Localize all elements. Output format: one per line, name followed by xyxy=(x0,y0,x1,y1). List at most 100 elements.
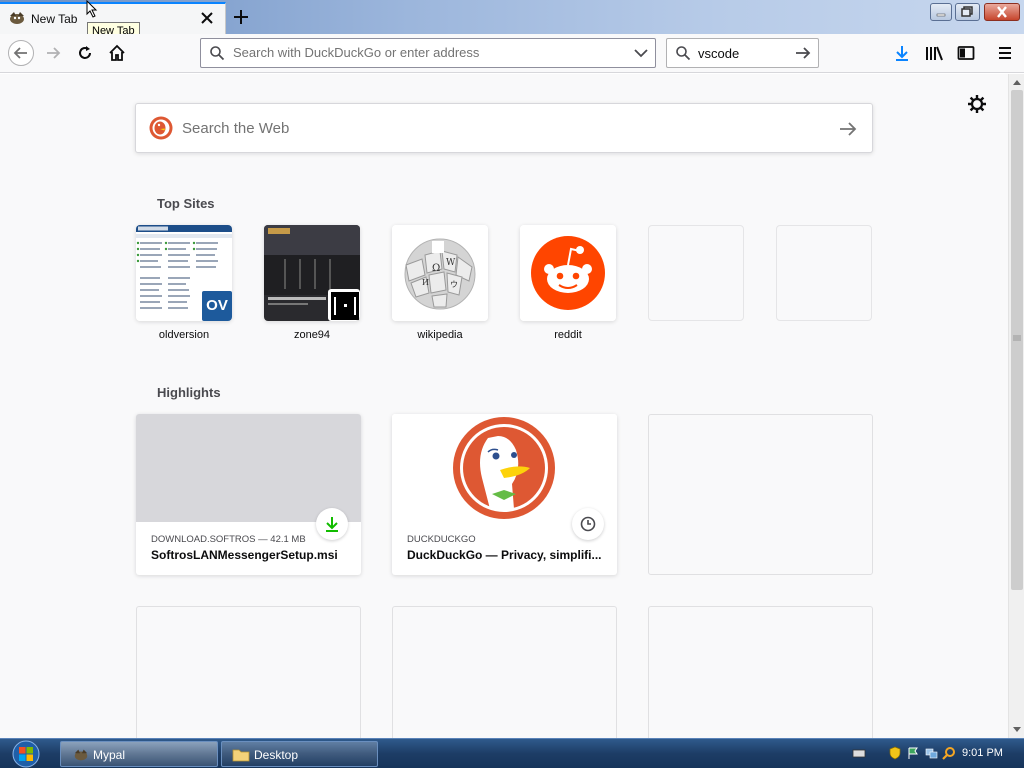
top-site-wikipedia[interactable]: Ω W И ウ wikipedia xyxy=(392,225,488,341)
card-type-badge xyxy=(316,508,348,540)
ov-logo-icon: OV xyxy=(202,291,232,321)
highlight-empty-slot xyxy=(648,414,873,575)
keyboard-icon[interactable] xyxy=(852,746,866,760)
library-icon xyxy=(926,46,943,61)
home-icon xyxy=(109,44,125,61)
vertical-scrollbar[interactable] xyxy=(1008,74,1024,738)
windows-taskbar: Mypal Desktop 9:01 PM xyxy=(0,738,1024,768)
navigation-toolbar: Search with DuckDuckGo or enter address … xyxy=(0,34,1024,73)
reload-icon xyxy=(79,46,91,59)
close-x-icon xyxy=(997,6,1007,18)
search-bar[interactable]: vscode xyxy=(666,38,819,68)
highlight-empty-slot xyxy=(648,606,873,738)
scroll-up-arrow-icon[interactable] xyxy=(1012,78,1022,86)
taskbar-item-desktop[interactable]: Desktop xyxy=(221,741,378,767)
clock-icon xyxy=(580,516,596,532)
forward-button[interactable] xyxy=(41,41,65,65)
mypal-favicon-icon xyxy=(10,12,24,24)
web-search-box[interactable]: Search the Web xyxy=(135,103,873,153)
address-bar[interactable]: Search with DuckDuckGo or enter address xyxy=(200,38,656,68)
site-thumbnail[interactable]: OV xyxy=(136,225,232,321)
back-button[interactable] xyxy=(8,40,34,66)
scroll-down-arrow-icon[interactable] xyxy=(1012,726,1022,734)
flag-icon[interactable] xyxy=(906,746,920,760)
window-restore-button[interactable] xyxy=(955,3,980,21)
highlight-card-download[interactable]: DOWNLOAD.SOFTROS — 42.1 MB SoftrosLANMes… xyxy=(136,414,361,575)
start-orb-icon[interactable] xyxy=(6,739,46,768)
gear-icon[interactable] xyxy=(967,94,987,114)
downloads-button[interactable] xyxy=(890,41,914,65)
site-thumbnail[interactable] xyxy=(520,225,616,321)
thumb-grip-icon xyxy=(1013,335,1021,341)
hamburger-menu-button[interactable] xyxy=(993,41,1017,65)
top-sites-heading: Top Sites xyxy=(157,196,215,211)
taskbar-item-label: Desktop xyxy=(254,748,299,762)
reddit-logo-icon xyxy=(520,225,616,321)
new-tab-plus-icon[interactable] xyxy=(230,6,252,28)
taskbar-item-mypal[interactable]: Mypal xyxy=(60,741,218,767)
card-title: DuckDuckGo — Privacy, simplifi... xyxy=(407,548,602,562)
search-magnifier-icon[interactable] xyxy=(942,746,956,760)
mouse-cursor-icon xyxy=(86,0,98,18)
search-input[interactable]: vscode xyxy=(698,46,739,61)
top-site-reddit[interactable]: reddit xyxy=(520,225,616,341)
download-icon xyxy=(326,517,338,532)
highlight-empty-slot xyxy=(392,606,617,738)
site-thumbnail[interactable]: Ω W И ウ xyxy=(392,225,488,321)
top-site-empty-slot[interactable] xyxy=(648,225,744,321)
back-arrow-icon xyxy=(13,47,27,59)
top-site-empty-slot[interactable] xyxy=(776,225,872,321)
sidebar-icon xyxy=(957,46,975,60)
forward-arrow-icon xyxy=(47,47,61,59)
search-icon xyxy=(210,46,225,61)
chevron-down-icon[interactable] xyxy=(633,45,649,61)
top-site-oldversion[interactable]: OV oldversion xyxy=(136,225,232,341)
close-icon[interactable] xyxy=(198,9,216,27)
search-go-arrow-icon[interactable] xyxy=(794,44,812,62)
wikipedia-globe-icon: Ω W И ウ xyxy=(392,225,488,321)
menu-icon xyxy=(999,47,1011,59)
card-context: DUCKDUCKGO xyxy=(407,534,476,545)
duckduckgo-logo-icon xyxy=(149,116,173,140)
tab-title: New Tab xyxy=(31,12,78,26)
taskbar-item-label: Mypal xyxy=(93,748,126,762)
sidebar-toggle-button[interactable] xyxy=(954,41,978,65)
svg-text:И: И xyxy=(422,278,429,287)
shield-icon[interactable] xyxy=(888,746,902,760)
svg-text:Ω: Ω xyxy=(432,263,440,274)
card-title: SoftrosLANMessengerSetup.msi xyxy=(151,548,338,562)
search-submit-arrow-icon[interactable] xyxy=(838,119,858,139)
site-thumbnail[interactable] xyxy=(264,225,360,321)
window-minimize-button[interactable] xyxy=(930,3,952,21)
window-close-button[interactable] xyxy=(984,3,1020,21)
new-tab-page: Search the Web Top Sites OV oldversion z… xyxy=(0,74,1008,738)
home-button[interactable] xyxy=(105,41,129,65)
reload-button[interactable] xyxy=(73,41,97,65)
site-label: zone94 xyxy=(293,329,331,341)
scrollbar-thumb[interactable] xyxy=(1011,90,1023,590)
card-preview-image xyxy=(392,414,617,522)
download-icon xyxy=(896,46,908,61)
search-icon xyxy=(676,46,691,61)
window-titlebar: New Tab New Tab xyxy=(0,0,1024,40)
site-label: reddit xyxy=(554,329,582,341)
library-button[interactable] xyxy=(922,41,946,65)
highlight-empty-slot xyxy=(136,606,361,738)
minimize-icon xyxy=(936,13,946,17)
highlights-heading: Highlights xyxy=(157,385,221,400)
site-placeholder[interactable] xyxy=(776,225,872,321)
site-label: oldversion xyxy=(158,329,210,341)
svg-text:ウ: ウ xyxy=(450,280,458,289)
zone94-logo-icon xyxy=(331,292,359,320)
system-clock[interactable]: 9:01 PM xyxy=(962,747,1003,759)
folder-icon xyxy=(232,749,250,762)
highlight-card-duckduckgo[interactable]: DUCKDUCKGO DuckDuckGo — Privacy, simplif… xyxy=(392,414,617,575)
site-favicon-badge xyxy=(328,289,360,321)
top-site-zone94[interactable]: zone94 xyxy=(264,225,360,341)
network-icon[interactable] xyxy=(924,746,938,760)
svg-text:W: W xyxy=(446,258,456,268)
web-search-placeholder[interactable]: Search the Web xyxy=(182,120,289,137)
address-input-placeholder[interactable]: Search with DuckDuckGo or enter address xyxy=(233,45,479,60)
card-preview-image xyxy=(136,414,361,522)
site-placeholder[interactable] xyxy=(648,225,744,321)
